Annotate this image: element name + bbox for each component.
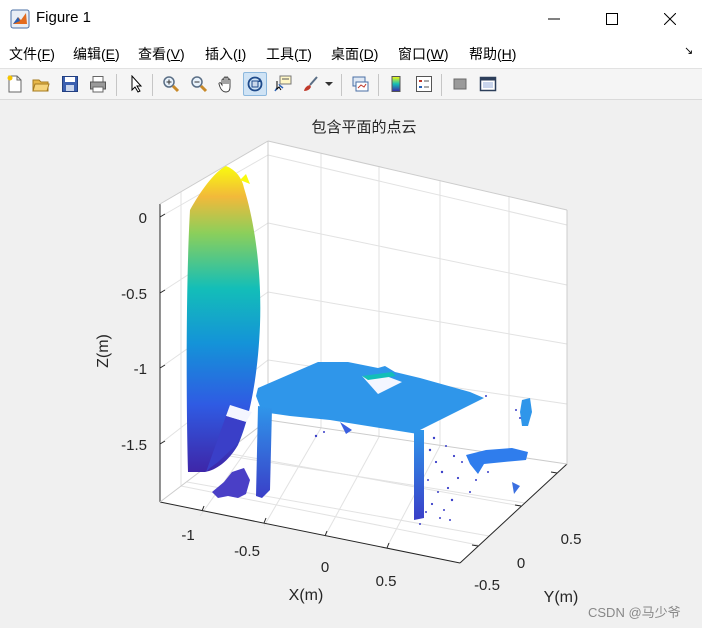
open-icon bbox=[32, 79, 50, 92]
window-title: Figure 1 bbox=[36, 9, 92, 26]
pointer-icon bbox=[131, 75, 143, 93]
menu-edit[interactable]: 编辑(E) bbox=[73, 44, 120, 64]
figure-canvas[interactable]: 0 -0.5 -1 -1.5 -1 -0.5 0 0.5 -0.5 0 0.5 … bbox=[0, 100, 702, 628]
z-tick-label: 0 bbox=[139, 210, 147, 227]
menu-dock-arrow-icon[interactable]: ↘ bbox=[684, 44, 693, 57]
x-tick-label: -0.5 bbox=[234, 543, 260, 560]
brush-dropdown-button[interactable] bbox=[322, 72, 336, 96]
menu-bar: 文件(F) 编辑(E) 查看(V) 插入(I) 工具(T) 桌面(D) 窗口(W… bbox=[0, 38, 702, 68]
colorbar-icon bbox=[391, 76, 401, 92]
point-cloud-plot[interactable]: 0 -0.5 -1 -1.5 -1 -0.5 0 0.5 -0.5 0 0.5 … bbox=[0, 100, 702, 628]
x-tick-label: -1 bbox=[181, 527, 194, 544]
save-icon bbox=[62, 76, 78, 92]
x-tick-label: 0.5 bbox=[376, 573, 397, 590]
brush-button[interactable] bbox=[299, 72, 323, 96]
toolbar-separator bbox=[116, 74, 117, 96]
x-axis-label: X(m) bbox=[289, 587, 324, 604]
legend-button[interactable] bbox=[412, 72, 436, 96]
toolbar-separator bbox=[441, 74, 442, 96]
hide-plot-tools-icon bbox=[453, 78, 467, 90]
zoom-out-icon bbox=[191, 76, 208, 93]
hide-plot-tools-button[interactable] bbox=[448, 72, 472, 96]
menu-help[interactable]: 帮助(H) bbox=[469, 44, 516, 64]
link-plot-button[interactable] bbox=[348, 72, 372, 96]
link-plot-icon bbox=[352, 76, 369, 92]
zoom-in-button[interactable] bbox=[159, 72, 183, 96]
z-axis-label: Z(m) bbox=[95, 334, 112, 368]
title-bar: Figure 1 bbox=[0, 0, 702, 38]
menu-desktop[interactable]: 桌面(D) bbox=[331, 44, 378, 64]
pan-icon bbox=[218, 76, 231, 93]
toolbar-separator bbox=[341, 74, 342, 96]
x-tick-label: 0 bbox=[321, 559, 329, 576]
maximize-button[interactable] bbox=[584, 0, 640, 38]
brush-icon bbox=[304, 76, 318, 91]
chevron-down-icon bbox=[325, 82, 333, 86]
menu-window[interactable]: 窗口(W) bbox=[398, 44, 449, 64]
watermark: CSDN @马少爷 bbox=[588, 605, 681, 620]
rotate-3d-icon bbox=[247, 76, 263, 92]
menu-tools[interactable]: 工具(T) bbox=[266, 44, 312, 64]
maximize-icon bbox=[606, 13, 618, 25]
y-tick-label: -0.5 bbox=[474, 577, 500, 594]
close-icon bbox=[664, 13, 676, 25]
print-button[interactable] bbox=[86, 72, 110, 96]
minimize-button[interactable] bbox=[526, 0, 582, 38]
z-tick-label: -1 bbox=[134, 361, 147, 378]
toolbar bbox=[0, 68, 702, 100]
z-tick-label: -0.5 bbox=[121, 286, 147, 303]
zoom-in-icon bbox=[163, 76, 180, 93]
zoom-out-button[interactable] bbox=[187, 72, 211, 96]
print-icon bbox=[90, 76, 106, 93]
y-tick-label: 0 bbox=[517, 555, 525, 572]
y-tick-label: 0.5 bbox=[561, 531, 582, 548]
menu-file[interactable]: 文件(F) bbox=[9, 44, 55, 64]
data-cursor-button[interactable] bbox=[271, 72, 295, 96]
menu-view[interactable]: 查看(V) bbox=[138, 44, 185, 64]
menu-insert[interactable]: 插入(I) bbox=[205, 44, 246, 64]
pan-button[interactable] bbox=[215, 72, 239, 96]
toolbar-separator bbox=[378, 74, 379, 96]
pointer-button[interactable] bbox=[124, 72, 148, 96]
show-plot-tools-button[interactable] bbox=[476, 72, 500, 96]
show-plot-tools-icon bbox=[479, 76, 497, 92]
data-cursor-icon bbox=[274, 75, 292, 92]
toolbar-separator bbox=[152, 74, 153, 96]
close-button[interactable] bbox=[642, 0, 698, 38]
colorbar-button[interactable] bbox=[384, 72, 408, 96]
open-button[interactable] bbox=[29, 72, 53, 96]
matlab-icon bbox=[10, 9, 30, 29]
z-tick-label: -1.5 bbox=[121, 437, 147, 454]
minimize-icon bbox=[548, 18, 560, 20]
save-button[interactable] bbox=[58, 72, 82, 96]
new-figure-icon bbox=[7, 75, 22, 93]
rotate-3d-button[interactable] bbox=[243, 72, 267, 96]
legend-icon bbox=[416, 76, 432, 92]
new-figure-button[interactable] bbox=[3, 72, 27, 96]
plot-title: 包含平面的点云 bbox=[311, 118, 416, 136]
y-axis-label: Y(m) bbox=[544, 589, 579, 606]
